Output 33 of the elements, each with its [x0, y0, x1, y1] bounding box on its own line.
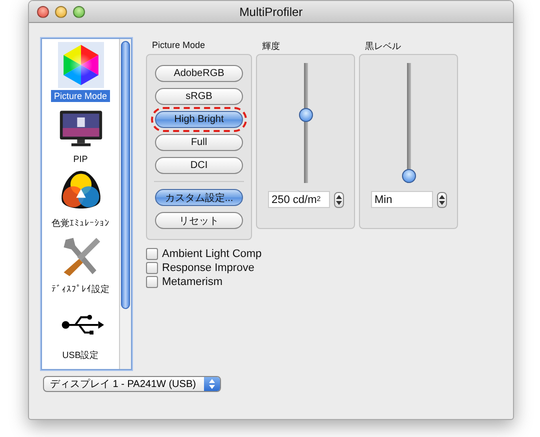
slider-thumb[interactable]: [298, 108, 312, 122]
slider-thumb[interactable]: [402, 169, 416, 183]
checkbox[interactable]: [146, 262, 158, 274]
checkbox-label: Metamerism: [162, 276, 223, 288]
minimize-button[interactable]: [55, 6, 67, 18]
up-down-arrows-icon[interactable]: [204, 377, 220, 391]
zoom-button[interactable]: [73, 6, 85, 18]
checkbox-label: Response Improve: [162, 262, 254, 274]
window-title: MultiProfiler: [239, 4, 303, 18]
sidebar-item[interactable]: PIP: [70, 153, 91, 165]
sidebar-item[interactable]: Picture Mode: [50, 90, 110, 102]
sidebar-item[interactable]: ﾃﾞｨｽﾌﾟﾚｲ設定: [48, 282, 112, 297]
sidebar-item[interactable]: 色覚ｴﾐｭﾚｰｼｮﾝ: [48, 216, 112, 231]
scrollbar[interactable]: [119, 39, 131, 369]
mode-button[interactable]: DCI: [155, 157, 243, 174]
stepper-control[interactable]: [436, 192, 446, 208]
stepper-control[interactable]: [334, 192, 344, 208]
value-field[interactable]: 250 cd/m$^{2}$: [268, 191, 330, 208]
mode-button[interactable]: Full: [155, 134, 243, 151]
checkbox-label: Ambient Light Comp: [162, 248, 262, 260]
close-button[interactable]: [37, 6, 49, 18]
display-dropdown[interactable]: ディスプレイ 1 - PA241W (USB): [43, 376, 221, 392]
group-label: 輝度: [261, 40, 281, 53]
sidebar-item[interactable]: USB設定: [59, 348, 102, 363]
custom-settings-button[interactable]: カスタム設定...: [155, 189, 243, 206]
checkbox[interactable]: [146, 248, 158, 260]
group-label: 黒レベル: [364, 40, 402, 53]
reset-button[interactable]: リセット: [155, 212, 243, 229]
value-field[interactable]: Min: [370, 191, 432, 208]
mode-button[interactable]: sRGB: [155, 88, 243, 105]
group-label: Picture Mode: [151, 39, 206, 52]
mode-button[interactable]: AdobeRGB: [155, 65, 243, 82]
checkbox[interactable]: [146, 276, 158, 288]
